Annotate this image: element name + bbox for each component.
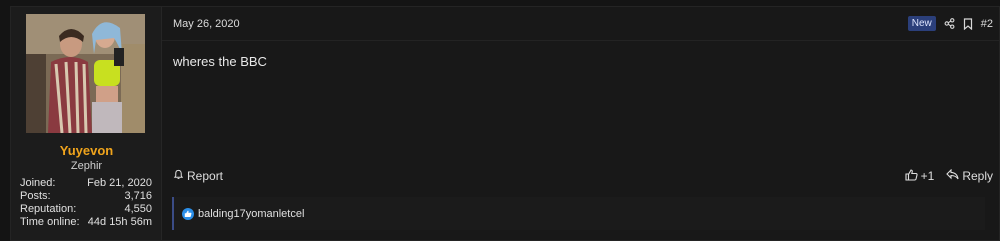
like-count: +1 — [920, 169, 935, 183]
stat-value: 44d 15h 56m — [87, 216, 152, 228]
share-icon[interactable] — [944, 18, 955, 29]
thumbs-up-icon — [905, 168, 918, 184]
reply-button[interactable]: Reply — [946, 168, 993, 183]
report-label: Report — [187, 169, 224, 183]
like-button[interactable]: +1 — [905, 168, 935, 184]
post: Yuyevon Zephir Joined: Feb 21, 2020 Post… — [10, 6, 1000, 241]
stat-label: Joined: — [20, 177, 56, 189]
username[interactable]: Yuyevon — [11, 143, 162, 158]
post-number[interactable]: #2 — [981, 18, 993, 30]
post-body: wheres the BBC — [173, 54, 267, 69]
user-title: Zephir — [70, 160, 103, 172]
stat-label: Time online: — [20, 216, 80, 228]
bell-icon — [173, 169, 184, 183]
stat-value: 3,716 — [124, 190, 152, 202]
stat-posts: Posts: 3,716 — [20, 190, 152, 203]
post-header-tools: New #2 — [907, 16, 993, 31]
post-main: May 26, 2020 New #2 wheres the BBC Repor… — [162, 7, 999, 240]
post-actions: Report +1 Reply — [173, 168, 993, 184]
post-header: May 26, 2020 New #2 — [162, 7, 999, 41]
like-reaction-icon — [182, 207, 194, 220]
stat-joined: Joined: Feb 21, 2020 — [20, 177, 152, 190]
stat-time-online: Time online: 44d 15h 56m — [20, 216, 152, 229]
avatar[interactable] — [26, 14, 145, 133]
reactions-bar: balding17yomanletcel — [172, 197, 985, 230]
reaction-users-link[interactable]: balding17yomanletcel — [198, 208, 304, 220]
reply-icon — [946, 168, 959, 183]
post-actions-right: +1 Reply — [905, 168, 993, 184]
stat-value: Feb 21, 2020 — [87, 177, 152, 189]
reply-label: Reply — [962, 169, 993, 183]
stat-reputation: Reputation: 4,550 — [20, 203, 152, 216]
post-date[interactable]: May 26, 2020 — [173, 18, 240, 30]
report-button[interactable]: Report — [173, 169, 223, 183]
stat-label: Reputation: — [20, 203, 77, 215]
new-badge: New — [907, 16, 936, 31]
bookmark-icon[interactable] — [963, 17, 973, 30]
avatar-image — [26, 14, 145, 133]
stat-value: 4,550 — [124, 203, 152, 215]
user-sidebar: Yuyevon Zephir Joined: Feb 21, 2020 Post… — [11, 7, 162, 240]
stat-label: Posts: — [20, 190, 51, 202]
user-stats: Joined: Feb 21, 2020 Posts: 3,716 Reputa… — [20, 177, 152, 229]
